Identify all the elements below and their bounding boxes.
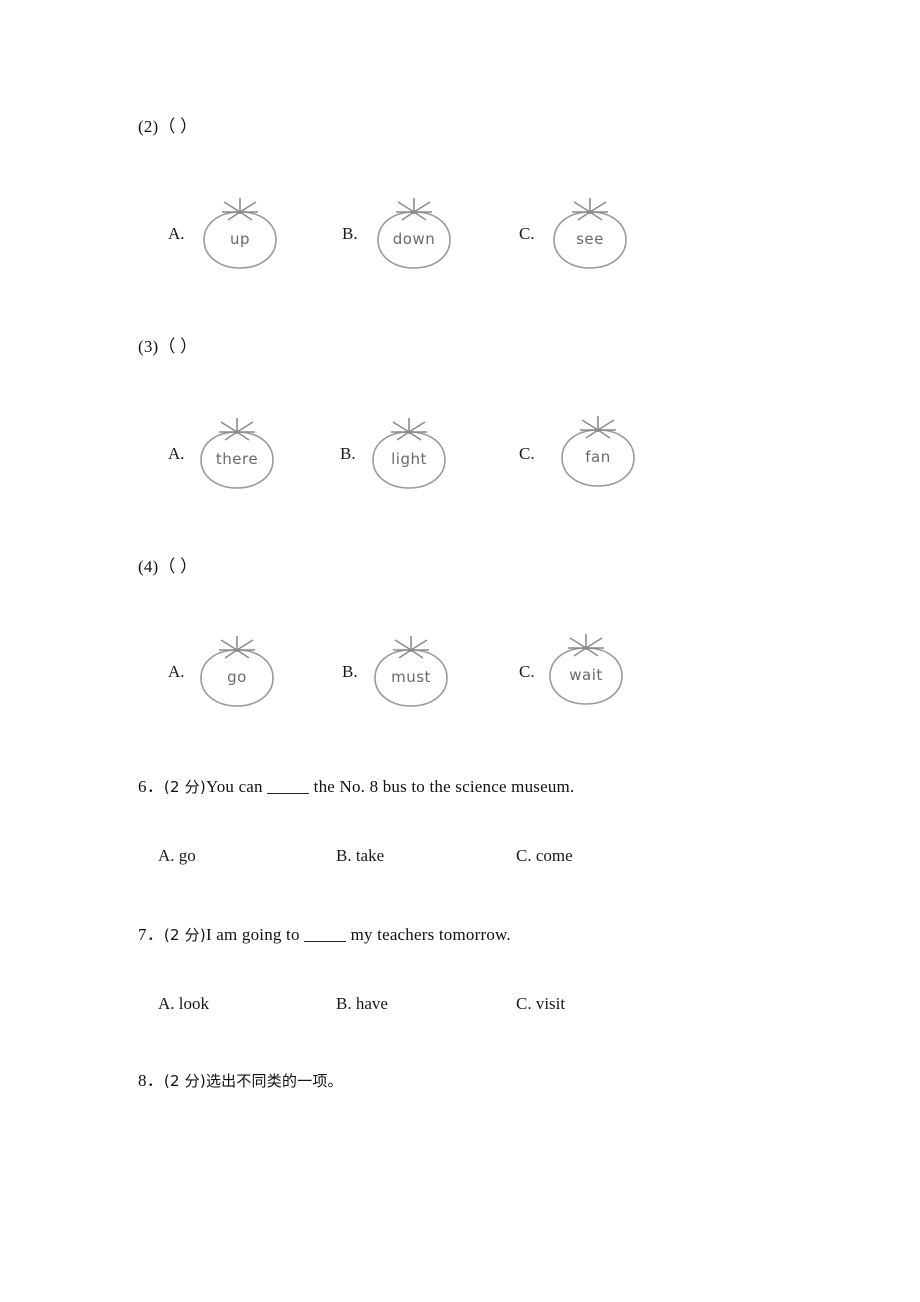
question-label-3: (3)（ ） — [138, 332, 197, 357]
answer-blank — [267, 793, 310, 794]
question-label-2-text: (2)（ ） — [138, 117, 198, 136]
question-7-score: (2 分) — [163, 926, 206, 944]
question-6-score: (2 分) — [163, 778, 206, 796]
question-7-number: 7． — [138, 925, 164, 944]
question-7-stem-after: my teachers tomorrow. — [346, 925, 511, 944]
question-6-option-b[interactable]: B. take — [336, 846, 384, 866]
option-image-3-b[interactable]: light — [357, 410, 461, 494]
option-letter-4-c: C. — [519, 662, 535, 681]
question-7-stem: 7．(2 分)I am going to my teachers tomorro… — [138, 920, 511, 945]
document-page: (2)（ ） A. up B. down C. see (3)（ ） A. th… — [0, 0, 920, 1302]
option-image-2-c[interactable]: see — [538, 190, 642, 274]
answer-blank — [304, 941, 347, 942]
option-word-2-b: down — [392, 230, 436, 248]
question-label-3-text: (3)（ ） — [138, 337, 198, 356]
option-image-4-a[interactable]: go — [185, 628, 289, 712]
option-letter-2-c: C. — [519, 224, 535, 243]
question-6-option-c[interactable]: C. come — [516, 846, 573, 866]
option-word-2-c: see — [576, 230, 604, 248]
option-image-2-b[interactable]: down — [362, 190, 466, 274]
question-6-stem: 6．(2 分)You can the No. 8 bus to the scie… — [138, 772, 574, 797]
question-6-number: 6． — [138, 777, 164, 796]
question-8-stem-text: 选出不同类的一项。 — [205, 1072, 343, 1090]
question-8-stem: 8．(2 分)选出不同类的一项。 — [138, 1066, 343, 1091]
question-6-option-a[interactable]: A. go — [158, 846, 196, 866]
question-6-stem-after: the No. 8 bus to the science museum. — [309, 777, 575, 796]
option-word-3-a: there — [215, 450, 259, 468]
option-image-3-a[interactable]: there — [185, 410, 289, 494]
question-7-option-c[interactable]: C. visit — [516, 994, 565, 1014]
option-word-4-a: go — [227, 668, 247, 686]
question-8-number: 8． — [138, 1071, 164, 1090]
option-image-4-b[interactable]: must — [359, 628, 463, 712]
question-label-2: (2)（ ） — [138, 112, 197, 137]
option-letter-4-b: B. — [342, 662, 358, 681]
option-letter-3-c: C. — [519, 444, 535, 463]
question-7-option-b[interactable]: B. have — [336, 994, 388, 1014]
option-image-2-a[interactable]: up — [188, 190, 292, 274]
option-image-4-c[interactable]: wait — [534, 626, 638, 710]
option-letter-4-a: A. — [168, 662, 185, 681]
option-word-3-b: light — [391, 450, 427, 468]
option-word-4-c: wait — [569, 666, 603, 684]
question-label-4-text: (4)（ ） — [138, 557, 198, 576]
question-7-option-a[interactable]: A. look — [158, 994, 209, 1014]
option-letter-2-b: B. — [342, 224, 358, 243]
question-label-4: (4)（ ） — [138, 552, 197, 577]
option-word-2-a: up — [229, 230, 251, 248]
option-word-3-c: fan — [585, 448, 611, 466]
question-6-stem-before: You can — [205, 777, 268, 796]
option-letter-2-a: A. — [168, 224, 185, 243]
option-image-3-c[interactable]: fan — [546, 408, 650, 492]
option-letter-3-a: A. — [168, 444, 185, 463]
option-letter-3-b: B. — [340, 444, 356, 463]
option-word-4-b: must — [391, 668, 431, 686]
question-7-stem-before: I am going to — [205, 925, 305, 944]
question-8-score: (2 分) — [163, 1072, 206, 1090]
